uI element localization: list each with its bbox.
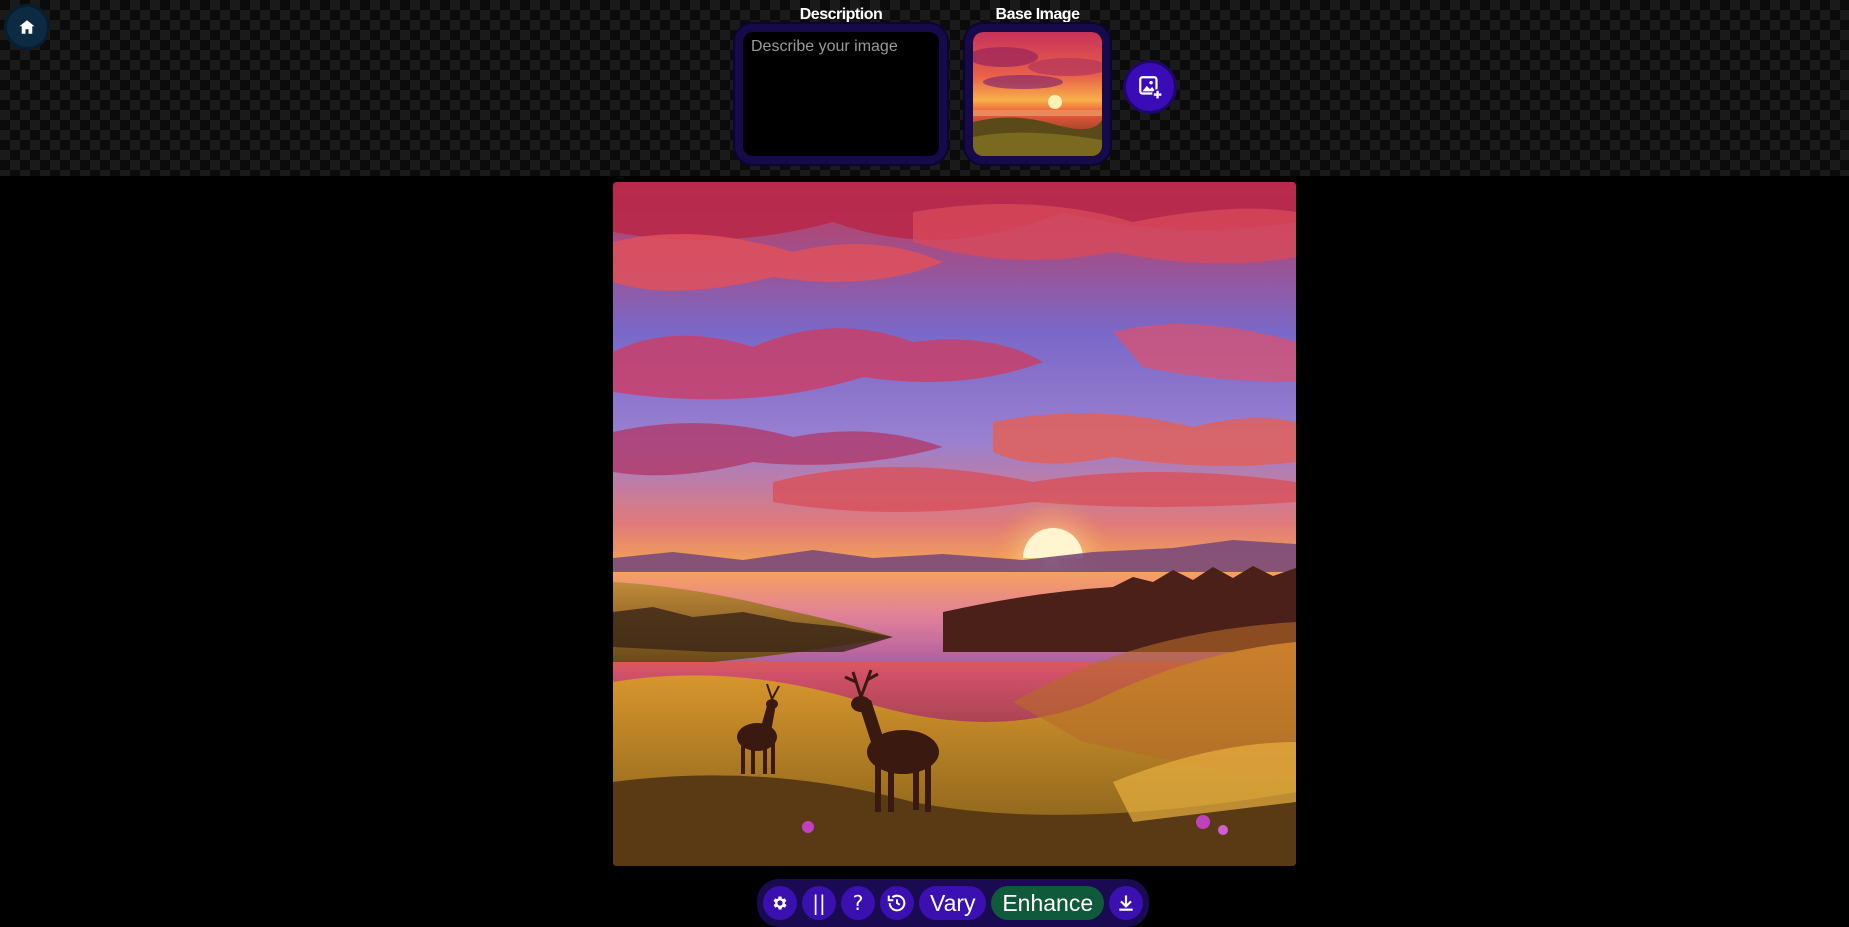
settings-button[interactable] [763, 886, 797, 920]
description-label: Description [799, 6, 883, 23]
history-icon [887, 894, 906, 912]
vary-button[interactable]: Vary [919, 886, 987, 920]
gear-icon [773, 896, 787, 910]
pause-button[interactable]: || [802, 886, 836, 920]
base-image-label: Base Image [995, 6, 1080, 23]
image-toolbar: || ? Vary Enhance [757, 879, 1149, 927]
home-button[interactable] [7, 7, 47, 47]
description-field-container [735, 24, 947, 164]
download-icon [1119, 895, 1133, 911]
generated-image [613, 182, 1296, 866]
help-button[interactable]: ? [841, 886, 875, 920]
sunset-landscape-image [613, 182, 1296, 866]
history-button[interactable] [880, 886, 914, 920]
enhance-button[interactable]: Enhance [991, 886, 1104, 920]
home-icon [19, 20, 35, 34]
description-input[interactable] [743, 32, 939, 156]
base-image-slot[interactable] [965, 24, 1110, 164]
base-image-thumbnail [973, 32, 1102, 156]
add-image-icon [1139, 76, 1163, 100]
download-button[interactable] [1109, 886, 1143, 920]
add-image-button[interactable] [1126, 63, 1174, 111]
